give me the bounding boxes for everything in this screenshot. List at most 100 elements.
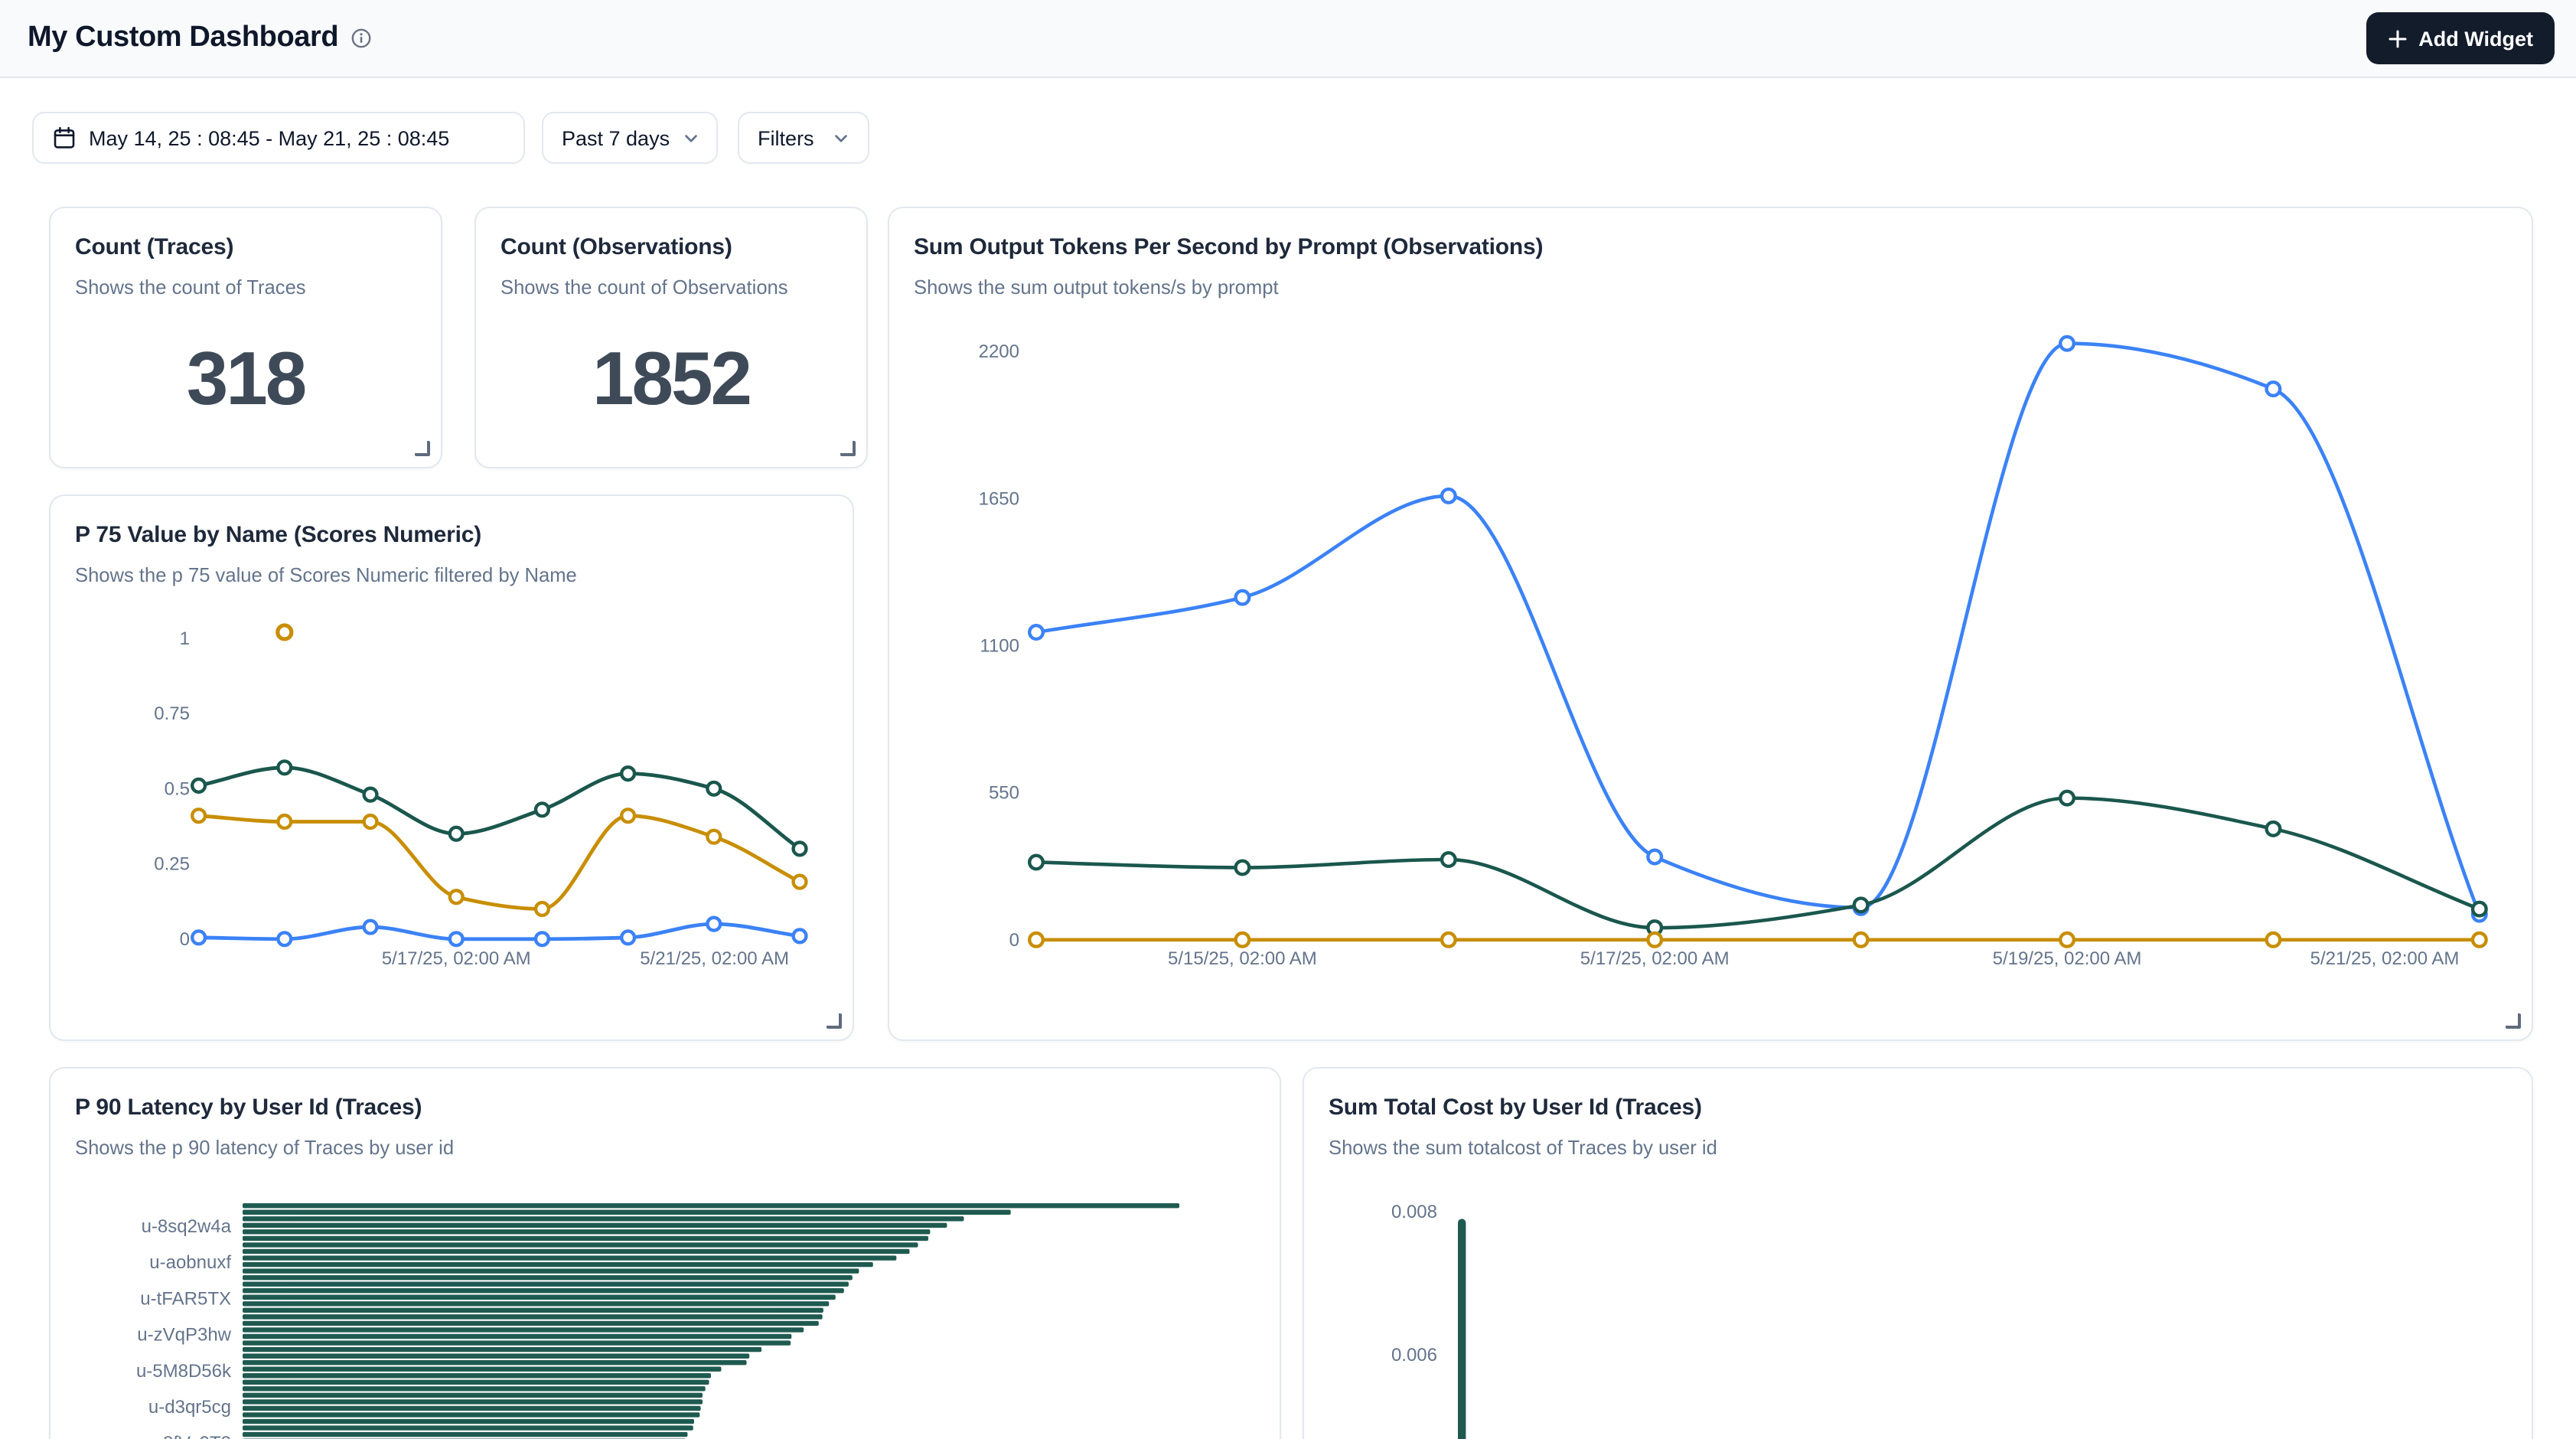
widget-card-tokens-by-prompt: 05501100165022005/15/25, 02:00 AM5/17/25… xyxy=(888,207,2533,1041)
date-range-picker[interactable]: May 14, 25 : 08:45 - May 21, 25 : 08:45 xyxy=(32,112,525,164)
latency-bar xyxy=(243,1419,694,1424)
p90-bar-chart[interactable]: u-8sq2w4au-aobnuxfu-tFAR5TXu-zVqP3hwu-5M… xyxy=(51,1069,1280,1439)
latency-bar xyxy=(243,1432,687,1437)
x-tick-label: 5/19/25, 02:00 AM xyxy=(1993,948,2142,969)
data-point xyxy=(1029,933,1043,947)
latency-bar xyxy=(243,1327,804,1332)
widget-card-p75-by-name: 00.250.50.7515/17/25, 02:00 AM5/21/25, 0… xyxy=(49,494,854,1041)
data-point xyxy=(1442,933,1456,947)
latency-bar xyxy=(243,1288,844,1293)
plus-icon xyxy=(2388,28,2408,48)
latency-bar xyxy=(243,1255,896,1260)
x-tick-label: 5/15/25, 02:00 AM xyxy=(1168,948,1317,969)
y-tick-label: 0.25 xyxy=(154,854,190,875)
data-point xyxy=(192,931,205,944)
latency-bar xyxy=(243,1321,819,1326)
widget-subtitle: Shows the count of Traces xyxy=(75,276,416,299)
data-point xyxy=(192,779,205,792)
chevron-down-icon xyxy=(833,129,849,146)
latency-bar xyxy=(243,1373,711,1378)
bar-category-label: u-5M8D56k xyxy=(136,1361,232,1382)
widget-title: P 75 Value by Name (Scores Numeric) xyxy=(75,522,828,548)
widget-title: Count (Traces) xyxy=(75,234,416,260)
add-widget-button[interactable]: Add Widget xyxy=(2366,12,2555,64)
cost-bar-chart[interactable]: 0.0080.006 xyxy=(1304,1069,2532,1439)
page-title: My Custom Dashboard xyxy=(28,21,338,55)
latency-bar xyxy=(243,1210,1011,1215)
data-point xyxy=(794,929,807,942)
data-point xyxy=(1854,899,1868,912)
latency-bar xyxy=(243,1281,849,1286)
widget-subtitle: Shows the p 90 latency of Traces by user… xyxy=(75,1136,1255,1159)
x-tick-label: 5/21/25, 02:00 AM xyxy=(640,948,789,969)
latency-bar xyxy=(243,1229,930,1234)
data-point xyxy=(278,815,291,828)
app-header: My Custom Dashboard Add Widget xyxy=(0,0,2576,78)
bar-category-label: u-zVqP3hw xyxy=(137,1325,231,1346)
data-point xyxy=(192,809,205,822)
latency-bar xyxy=(243,1216,964,1221)
data-point xyxy=(536,902,549,915)
series-line-score-amber xyxy=(199,816,800,909)
y-tick-label: 0.75 xyxy=(154,703,190,724)
latency-bar xyxy=(243,1242,918,1247)
y-tick-label: 1100 xyxy=(980,636,1019,657)
data-point xyxy=(794,843,807,856)
widget-subtitle: Shows the sum output tokens/s by prompt xyxy=(914,276,2507,299)
data-point xyxy=(794,876,807,889)
latency-bar xyxy=(243,1308,823,1313)
latency-bar xyxy=(243,1393,703,1398)
y-tick-label: 0 xyxy=(1009,930,1019,951)
latency-bar xyxy=(243,1386,706,1391)
data-point xyxy=(1236,591,1250,605)
data-point xyxy=(536,932,549,945)
data-point xyxy=(1442,853,1456,866)
data-point xyxy=(450,827,463,840)
y-tick-label: 0.008 xyxy=(1391,1202,1437,1222)
latency-bar xyxy=(243,1236,928,1241)
data-point xyxy=(2060,337,2074,351)
data-point xyxy=(2473,902,2486,916)
data-point xyxy=(364,815,377,828)
y-tick-label: 0 xyxy=(180,929,190,950)
filters-label: Filters xyxy=(758,126,814,149)
widget-title: Count (Observations) xyxy=(501,234,842,260)
resize-handle[interactable] xyxy=(840,441,856,456)
latency-bar xyxy=(243,1262,873,1267)
latency-bar xyxy=(243,1295,836,1300)
widget-card-count-observations: Count (Observations) Shows the count of … xyxy=(474,207,868,468)
latency-bar xyxy=(243,1203,1179,1208)
data-point xyxy=(1648,850,1661,864)
latency-bar xyxy=(243,1347,761,1352)
calendar-icon xyxy=(52,126,77,150)
bar-category-label: u-8sq2w4a xyxy=(142,1216,232,1237)
metric-value: 1852 xyxy=(476,318,866,439)
info-icon[interactable] xyxy=(351,28,372,49)
time-preset-label: Past 7 days xyxy=(562,126,670,149)
data-point xyxy=(621,931,634,944)
data-point xyxy=(1442,489,1456,503)
y-tick-label: 1 xyxy=(180,628,190,649)
data-point xyxy=(1236,861,1250,875)
y-tick-label: 2200 xyxy=(979,341,1019,362)
resize-handle[interactable] xyxy=(827,1013,842,1029)
data-point xyxy=(2267,382,2281,396)
metric-value: 318 xyxy=(51,318,441,439)
latency-bar xyxy=(243,1406,701,1411)
x-tick-label: 5/21/25, 02:00 AM xyxy=(2310,948,2460,969)
latency-bar xyxy=(243,1353,749,1358)
widget-card-cost-by-user: 0.0080.006 Sum Total Cost by User Id (Tr… xyxy=(1303,1067,2533,1439)
data-point xyxy=(2473,933,2486,947)
data-point xyxy=(364,921,377,934)
latency-bar xyxy=(243,1399,703,1404)
filters-dropdown[interactable]: Filters xyxy=(738,112,869,164)
time-preset-dropdown[interactable]: Past 7 days xyxy=(542,112,718,164)
data-point xyxy=(450,932,463,945)
bar-category-label: u-8fVa9T3 xyxy=(147,1433,231,1439)
tokens-line-chart[interactable]: 05501100165022005/15/25, 02:00 AM5/17/25… xyxy=(889,208,2532,1039)
data-point xyxy=(278,932,291,945)
resize-handle[interactable] xyxy=(2506,1013,2521,1029)
resize-handle[interactable] xyxy=(415,441,430,456)
data-point xyxy=(621,767,634,780)
data-point xyxy=(707,782,720,795)
